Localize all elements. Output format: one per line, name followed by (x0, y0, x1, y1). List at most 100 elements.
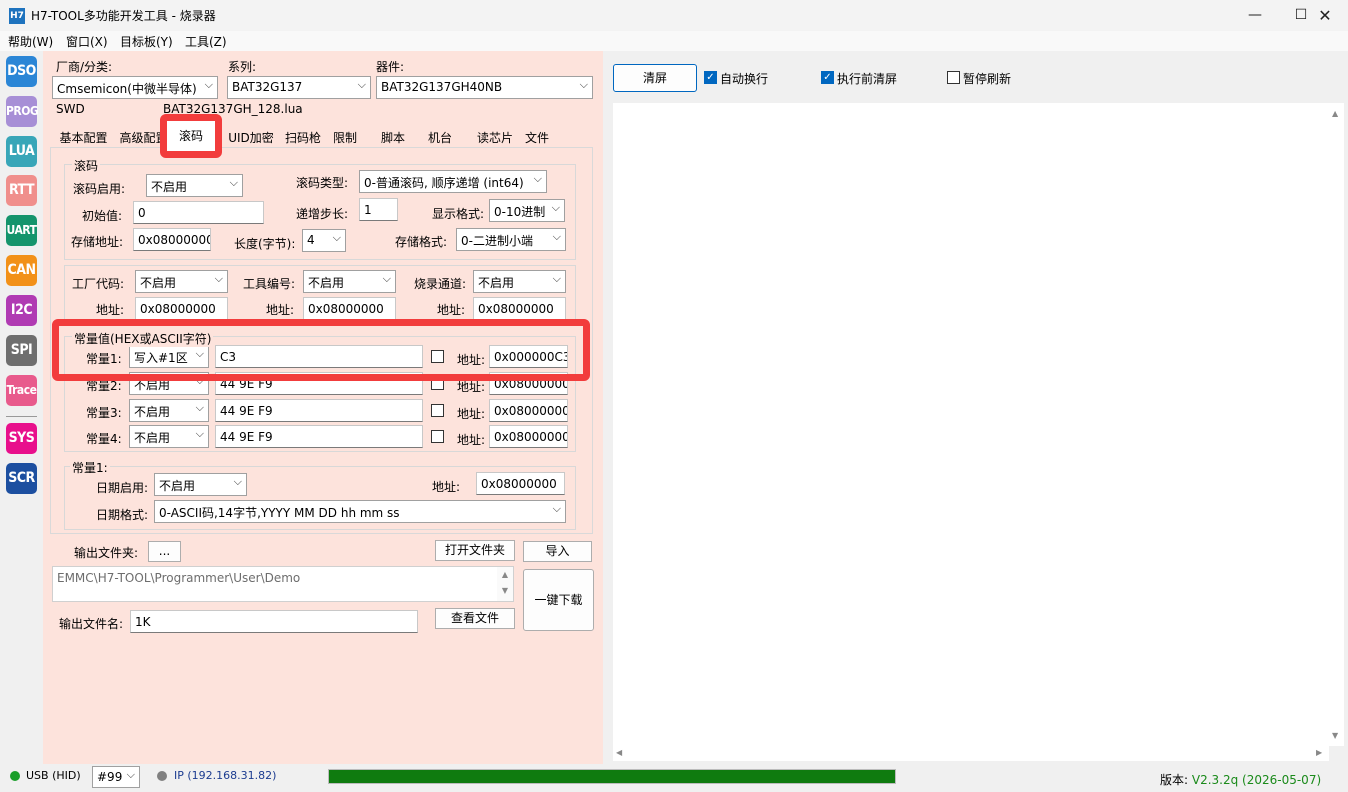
factory-code-select[interactable]: 不启用 (135, 270, 228, 293)
constant-addr-input[interactable]: 0x08000000 (489, 399, 568, 422)
constant-checkbox[interactable] (431, 430, 444, 443)
clear-before-run-label: 执行前清屏 (837, 72, 898, 86)
usb-status-label: USB (HID) (26, 769, 81, 782)
channel-label: 烧录通道: (414, 277, 467, 291)
scroll-right-icon[interactable]: ▶ (1316, 748, 1322, 757)
sidebar-scr-button[interactable]: SCR (6, 463, 37, 494)
sidebar-spi-button[interactable]: SPI (6, 335, 37, 366)
scroll-down-icon[interactable]: ▼ (1332, 731, 1338, 740)
tool-addr-input[interactable]: 0x08000000 (303, 297, 396, 320)
rolling-enable-label: 滚码启用: (73, 182, 126, 196)
auto-wrap-checkbox[interactable]: ✓ (704, 71, 717, 84)
progress-bar (328, 769, 896, 784)
storage-addr-input[interactable]: 0x08000000 (133, 228, 211, 251)
tool-number-label: 工具编号: (243, 277, 296, 291)
browse-folder-button[interactable]: ... (148, 541, 181, 562)
open-folder-button[interactable]: 打开文件夹 (435, 540, 515, 561)
sidebar-rtt-button[interactable]: RTT (6, 175, 37, 206)
constant-value-input[interactable]: 44 9E F9 (215, 425, 423, 448)
constant-addr-input[interactable]: 0x08000000 (489, 425, 568, 448)
output-folder-label: 输出文件夹: (74, 546, 139, 560)
menu-window[interactable]: 窗口(X) (66, 33, 108, 50)
date-group-title: 常量1: (70, 459, 110, 476)
rolling-type-select[interactable]: 0-普通滚码, 顺序递增 (int64) (359, 170, 547, 193)
ip-status-label: IP (192.168.31.82) (174, 769, 277, 782)
clear-before-run-checkbox[interactable]: ✓ (821, 71, 834, 84)
date-enable-select[interactable]: 不启用 (154, 473, 247, 496)
auto-wrap-label: 自动换行 (720, 72, 769, 86)
progress-fill (329, 770, 895, 783)
storage-format-select[interactable]: 0-二进制小端 (456, 228, 566, 251)
tab-machine[interactable]: 机台 (423, 124, 457, 148)
series-label: 系列: (228, 60, 257, 74)
device-number-select[interactable]: #99 (92, 766, 140, 788)
date-addr-input[interactable]: 0x08000000 (476, 472, 565, 495)
console-horizontal-scrollbar[interactable]: ◀ ▶ (613, 746, 1329, 761)
channel-select[interactable]: 不启用 (473, 270, 566, 293)
initial-value-input[interactable]: 0 (133, 201, 264, 224)
pause-refresh-checkbox[interactable] (947, 71, 960, 84)
step-input[interactable]: 1 (359, 198, 398, 221)
vendor-label: 厂商/分类: (56, 60, 113, 74)
import-button[interactable]: 导入 (523, 541, 592, 562)
tab-scanner[interactable]: 扫码枪 (281, 124, 325, 148)
tab-file[interactable]: 文件 (522, 124, 552, 148)
sidebar-divider (6, 416, 37, 417)
rolling-enable-select[interactable]: 不启用 (146, 174, 243, 197)
pause-refresh-label: 暂停刷新 (963, 72, 1012, 86)
version-label: 版本: V2.3.2q (2026-05-07) (1160, 771, 1321, 788)
menu-tools[interactable]: 工具(Z) (185, 33, 227, 50)
folder-path-box[interactable]: EMMC\H7-TOOL\Programmer\User\Demo (52, 566, 514, 602)
series-select[interactable]: BAT32G137 (227, 76, 371, 99)
sidebar-prog-button[interactable]: PROG (6, 96, 39, 127)
scroll-left-icon[interactable]: ◀ (616, 748, 622, 757)
usb-status-icon (10, 771, 20, 781)
sidebar-can-button[interactable]: CAN (6, 255, 37, 286)
close-icon[interactable]: ✕ (1302, 0, 1348, 31)
menu-target-board[interactable]: 目标板(Y) (120, 33, 173, 50)
constant-checkbox[interactable] (431, 404, 444, 417)
console-vertical-scrollbar[interactable]: ▲ ▼ (1329, 103, 1344, 746)
constant-label: 常量4: (86, 432, 122, 446)
length-select[interactable]: 4 (302, 229, 346, 252)
vendor-select[interactable]: Cmsemicon(中微半导体) (52, 76, 218, 99)
view-file-button[interactable]: 查看文件 (435, 608, 515, 629)
factory-addr-input[interactable]: 0x08000000 (135, 297, 228, 320)
tab-rolling-code[interactable]: 滚码 (167, 121, 215, 151)
title-bar: H7 H7-TOOL多功能开发工具 - 烧录器 — ☐ ✕ (0, 0, 1348, 31)
sidebar-uart-button[interactable]: UART (6, 215, 37, 246)
constant-mode-select[interactable]: 不启用 (129, 399, 209, 422)
clear-screen-button[interactable]: 清屏 (613, 64, 697, 92)
tool-number-select[interactable]: 不启用 (303, 270, 396, 293)
storage-addr-label: 存储地址: (71, 235, 124, 249)
tab-limit[interactable]: 限制 (329, 124, 361, 148)
rolling-type-label: 滚码类型: (296, 176, 349, 190)
sidebar-sys-button[interactable]: SYS (6, 423, 37, 454)
minimize-icon[interactable]: — (1232, 0, 1278, 31)
tab-basic[interactable]: 基本配置 (55, 124, 112, 148)
channel-addr-input[interactable]: 0x08000000 (473, 297, 566, 320)
channel-addr-label: 地址: (437, 303, 466, 317)
step-label: 递增步长: (296, 207, 349, 221)
scroll-up-icon[interactable]: ▲ (1332, 109, 1338, 118)
sidebar-trace-button[interactable]: Trace (6, 375, 37, 406)
sidebar-i2c-button[interactable]: I2C (6, 295, 37, 326)
output-filename-input[interactable]: 1K (130, 610, 418, 633)
tab-read-chip[interactable]: 读芯片 (473, 124, 517, 148)
console-output[interactable] (613, 103, 1329, 746)
constant-label: 常量3: (86, 406, 122, 420)
constant-addr-label: 地址: (457, 407, 486, 421)
date-format-select[interactable]: 0-ASCII码,14字节,YYYY MM DD hh mm ss (154, 500, 566, 523)
menu-help[interactable]: 帮助(W) (8, 33, 53, 50)
folder-path-scrollbar[interactable]: ▲ ▼ (497, 567, 513, 601)
tab-uid[interactable]: UID加密 (225, 124, 277, 148)
sidebar-dso-button[interactable]: DSO (6, 56, 37, 87)
date-addr-label: 地址: (432, 480, 461, 494)
display-format-select[interactable]: 0-10进制 (489, 199, 565, 222)
constant-mode-select[interactable]: 不启用 (129, 425, 209, 448)
sidebar-lua-button[interactable]: LUA (6, 136, 37, 167)
one-click-download-button[interactable]: 一键下载 (523, 569, 594, 631)
tab-script[interactable]: 脚本 (376, 124, 410, 148)
part-select[interactable]: BAT32G137GH40NB (376, 76, 593, 99)
constant-value-input[interactable]: 44 9E F9 (215, 399, 423, 422)
